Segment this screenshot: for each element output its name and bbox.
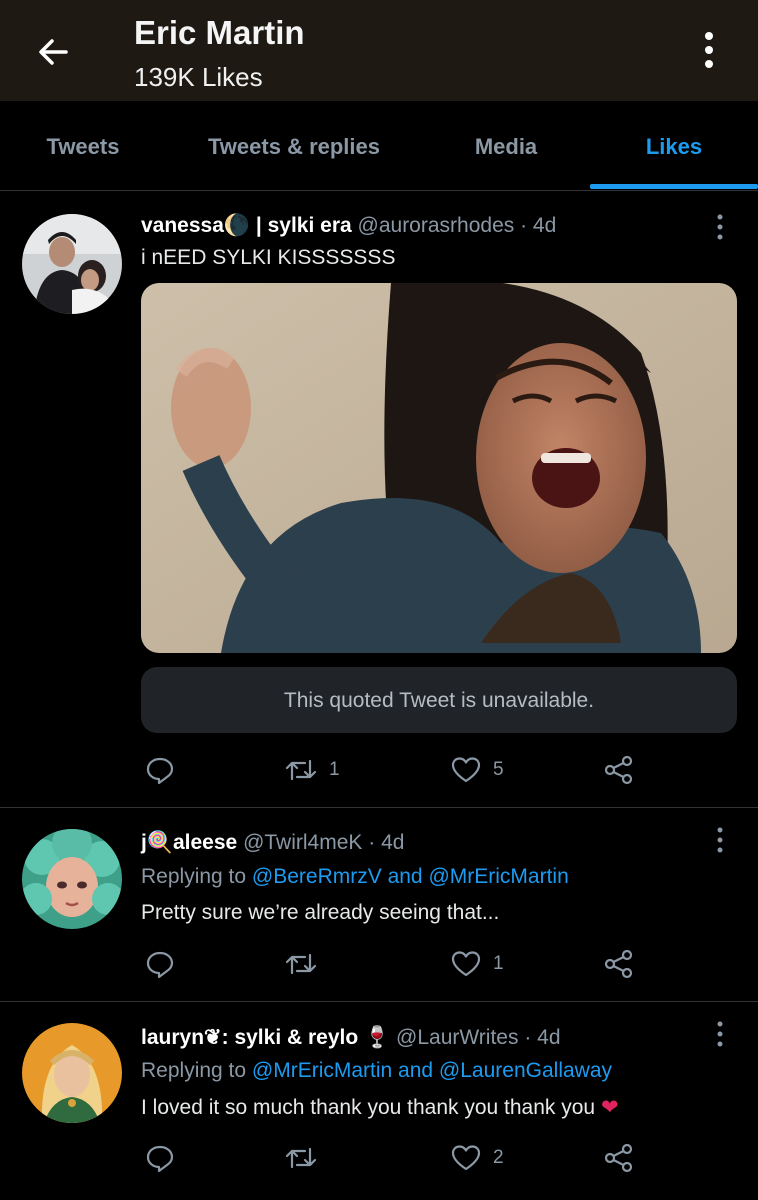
tweet-time: · 4d [368,831,405,854]
share-icon [604,949,633,979]
reply-icon [146,757,174,785]
like-count: 2 [493,1147,504,1168]
like-icon [451,951,481,977]
display-name[interactable]: lauryn❦: sylki & reylo 🍷 [141,1026,390,1049]
replying-to: Replying to @MrEricMartin and @LaurenGal… [141,1059,612,1083]
replying-to-users[interactable]: @MrEricMartin and @LaurenGallaway [252,1059,612,1082]
reply-icon [146,1145,174,1173]
tweet-time: · 4d [524,1026,561,1049]
share-icon [604,1143,633,1173]
active-tab-indicator [590,184,758,189]
retweet-button[interactable] [285,1138,317,1178]
likes-count: 139K Likes [134,62,263,92]
reply-button[interactable] [145,1138,175,1178]
tweet-actions: 2 [141,1138,701,1178]
tweet-header: j🍭aleese @Twirl4meK · 4d [141,831,404,855]
share-icon [604,755,633,785]
share-button[interactable] [603,1138,635,1178]
like-icon [451,757,481,783]
tweet-text: Pretty sure we’re already seeing that... [141,901,500,924]
reply-icon [146,951,174,979]
tweet-more-icon[interactable] [710,1019,730,1049]
tab-likes[interactable]: Likes [590,101,758,191]
user-handle[interactable]: @Twirl4meK [243,831,362,854]
tweet-header: vanessa🌘 | sylki era @aurorasrhodes · 4d [141,214,556,238]
like-count: 1 [493,953,504,974]
tab-tweets[interactable]: Tweets [10,101,156,191]
retweet-icon [285,953,317,975]
retweet-button[interactable]: 1 [285,750,340,790]
display-name[interactable]: j🍭aleese [141,831,237,854]
like-button[interactable]: 1 [451,944,504,984]
reply-button[interactable] [145,944,175,984]
like-button[interactable]: 2 [451,1138,504,1178]
tweet-text-line: I loved it so much thank you thank you t… [141,1095,619,1120]
back-arrow-icon[interactable] [34,32,74,72]
tweet-image[interactable] [141,283,737,653]
tab-tweets-and-replies[interactable]: Tweets & replies [184,101,404,191]
avatar[interactable] [22,214,122,314]
tweet[interactable]: vanessa🌘 | sylki era @aurorasrhodes · 4d… [0,192,758,808]
profile-tabs: Tweets Tweets & replies Media Likes [0,101,758,191]
tweet-more-icon[interactable] [710,212,730,242]
tweet-text: I loved it so much thank you thank you t… [141,1096,596,1119]
top-bar: Eric Martin 139K Likes [0,0,758,101]
like-count: 5 [493,759,504,780]
tweet-header: lauryn❦: sylki & reylo 🍷 @LaurWrites · 4… [141,1025,561,1050]
retweet-count: 1 [329,759,340,780]
tweet-actions: 1 [141,944,701,984]
profile-name: Eric Martin [134,14,305,51]
like-icon [451,1145,481,1171]
retweet-icon [285,759,317,781]
display-name[interactable]: vanessa🌘 | sylki era [141,214,352,237]
user-handle[interactable]: @aurorasrhodes [358,214,515,237]
more-vertical-icon[interactable] [694,28,724,72]
tweet[interactable]: lauryn❦: sylki & reylo 🍷 @LaurWrites · 4… [0,1003,758,1200]
replying-to-users[interactable]: @BereRmrzV and @MrEricMartin [252,865,569,888]
tweet-time: · 4d [520,214,557,237]
tweet-text: i nEED SYLKI KISSSSSSS [141,246,396,269]
tab-media[interactable]: Media [440,101,572,191]
retweet-button[interactable] [285,944,317,984]
quoted-tweet-unavailable: This quoted Tweet is unavailable. [141,667,737,733]
avatar[interactable] [22,1023,122,1123]
user-handle[interactable]: @LaurWrites [396,1026,518,1049]
like-button[interactable]: 5 [451,750,504,790]
replying-to: Replying to @BereRmrzV and @MrEricMartin [141,865,569,889]
tweet-more-icon[interactable] [710,825,730,855]
retweet-icon [285,1147,317,1169]
avatar[interactable] [22,829,122,929]
red-heart-emoji: ❤ [600,1096,619,1119]
tweet[interactable]: j🍭aleese @Twirl4meK · 4d Replying to @Be… [0,809,758,1002]
reply-button[interactable] [145,750,175,790]
share-button[interactable] [603,944,635,984]
tweet-actions: 1 5 [141,750,701,790]
replying-prefix: Replying to [141,1059,247,1082]
share-button[interactable] [603,750,635,790]
replying-prefix: Replying to [141,865,247,888]
